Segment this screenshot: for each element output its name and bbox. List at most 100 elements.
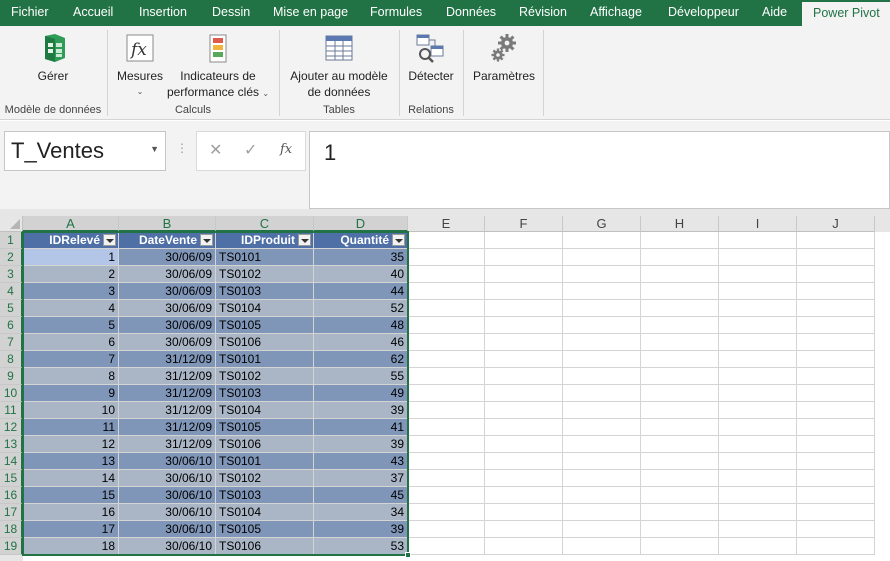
table-cell-empty[interactable] [485,351,563,368]
table-cell[interactable]: TS0105 [216,419,314,436]
table-cell-empty[interactable] [563,521,641,538]
table-cell[interactable]: 30/06/10 [119,538,216,555]
cancel-icon[interactable]: ✕ [209,140,222,160]
table-cell-empty[interactable] [563,436,641,453]
table-header-cell[interactable]: IDProduit [216,232,314,249]
table-cell-empty[interactable] [563,453,641,470]
table-cell[interactable]: 34 [314,504,408,521]
table-cell-empty[interactable] [485,402,563,419]
table-cell-empty[interactable] [641,436,719,453]
table-cell[interactable]: 30/06/10 [119,521,216,538]
table-cell-empty[interactable] [408,521,485,538]
table-cell-empty[interactable] [719,351,797,368]
table-cell[interactable]: 3 [23,283,119,300]
table-cell[interactable]: TS0103 [216,487,314,504]
table-cell-empty[interactable] [485,453,563,470]
row-header-19[interactable]: 19 [0,538,23,555]
table-cell-empty[interactable] [719,538,797,555]
table-cell-empty[interactable] [485,419,563,436]
table-cell[interactable]: 15 [23,487,119,504]
table-cell-empty[interactable] [408,351,485,368]
table-cell[interactable]: 30/06/10 [119,470,216,487]
column-header-a[interactable]: A [23,216,119,232]
table-cell-empty[interactable] [719,368,797,385]
table-cell-empty[interactable] [719,385,797,402]
table-cell[interactable]: 39 [314,521,408,538]
table-cell-empty[interactable] [797,402,875,419]
table-cell-empty[interactable] [641,351,719,368]
measures-button[interactable]: fx Mesures ⌄ [113,32,167,100]
table-cell[interactable]: 13 [23,453,119,470]
table-cell-empty[interactable] [563,487,641,504]
table-cell[interactable]: 18 [23,538,119,555]
tab-donnees[interactable]: Données [446,0,496,26]
table-cell-empty[interactable] [641,385,719,402]
table-cell-empty[interactable] [641,232,719,249]
table-cell[interactable]: 53 [314,538,408,555]
tab-fichier[interactable]: Fichier [11,0,49,26]
table-cell-empty[interactable] [408,470,485,487]
filter-dropdown-icon[interactable] [103,234,116,246]
table-cell[interactable]: 46 [314,334,408,351]
table-cell-empty[interactable] [485,334,563,351]
table-cell-empty[interactable] [563,334,641,351]
table-cell[interactable]: 37 [314,470,408,487]
table-cell-empty[interactable] [408,368,485,385]
table-cell[interactable]: TS0104 [216,504,314,521]
table-cell-empty[interactable] [719,300,797,317]
table-cell[interactable]: 52 [314,300,408,317]
table-cell-empty[interactable] [797,385,875,402]
table-cell[interactable]: TS0105 [216,317,314,334]
table-cell-empty[interactable] [719,266,797,283]
table-cell[interactable]: 30/06/09 [119,249,216,266]
table-cell[interactable]: TS0101 [216,351,314,368]
table-cell-empty[interactable] [719,487,797,504]
table-cell[interactable]: 48 [314,317,408,334]
add-to-data-model-button[interactable]: Ajouter au modèle de données [282,32,396,100]
row-header-11[interactable]: 11 [0,402,23,419]
table-cell-empty[interactable] [719,504,797,521]
table-cell-empty[interactable] [408,419,485,436]
table-cell-empty[interactable] [797,419,875,436]
table-cell-empty[interactable] [797,470,875,487]
table-cell-empty[interactable] [641,334,719,351]
table-cell-empty[interactable] [797,283,875,300]
table-cell-empty[interactable] [408,300,485,317]
row-header-16[interactable]: 16 [0,487,23,504]
table-cell-empty[interactable] [719,453,797,470]
table-cell-empty[interactable] [641,368,719,385]
table-cell-empty[interactable] [719,232,797,249]
table-cell-empty[interactable] [641,419,719,436]
table-cell[interactable]: 5 [23,317,119,334]
table-cell[interactable]: TS0104 [216,300,314,317]
name-box[interactable]: T_Ventes ▼ [4,131,166,171]
row-header-4[interactable]: 4 [0,283,23,300]
table-cell-empty[interactable] [485,249,563,266]
fill-handle[interactable] [405,552,411,558]
table-cell[interactable]: 55 [314,368,408,385]
table-cell-empty[interactable] [563,402,641,419]
table-cell[interactable]: TS0101 [216,249,314,266]
table-cell-empty[interactable] [563,419,641,436]
table-cell-empty[interactable] [563,266,641,283]
table-cell-empty[interactable] [408,334,485,351]
row-header-12[interactable]: 12 [0,419,23,436]
table-cell-empty[interactable] [485,368,563,385]
table-cell-empty[interactable] [797,453,875,470]
table-cell-empty[interactable] [797,487,875,504]
table-header-cell[interactable]: DateVente [119,232,216,249]
tab-formules[interactable]: Formules [370,0,422,26]
row-header-13[interactable]: 13 [0,436,23,453]
settings-button[interactable]: Paramètres [470,32,538,84]
tab-insertion[interactable]: Insertion [139,0,187,26]
table-cell-empty[interactable] [641,266,719,283]
table-cell-empty[interactable] [563,300,641,317]
table-cell-empty[interactable] [485,521,563,538]
table-cell-empty[interactable] [408,266,485,283]
row-header-8[interactable]: 8 [0,351,23,368]
table-cell-empty[interactable] [797,249,875,266]
table-cell-empty[interactable] [719,249,797,266]
table-cell[interactable]: 12 [23,436,119,453]
tab-dessin[interactable]: Dessin [212,0,250,26]
table-cell-empty[interactable] [719,283,797,300]
